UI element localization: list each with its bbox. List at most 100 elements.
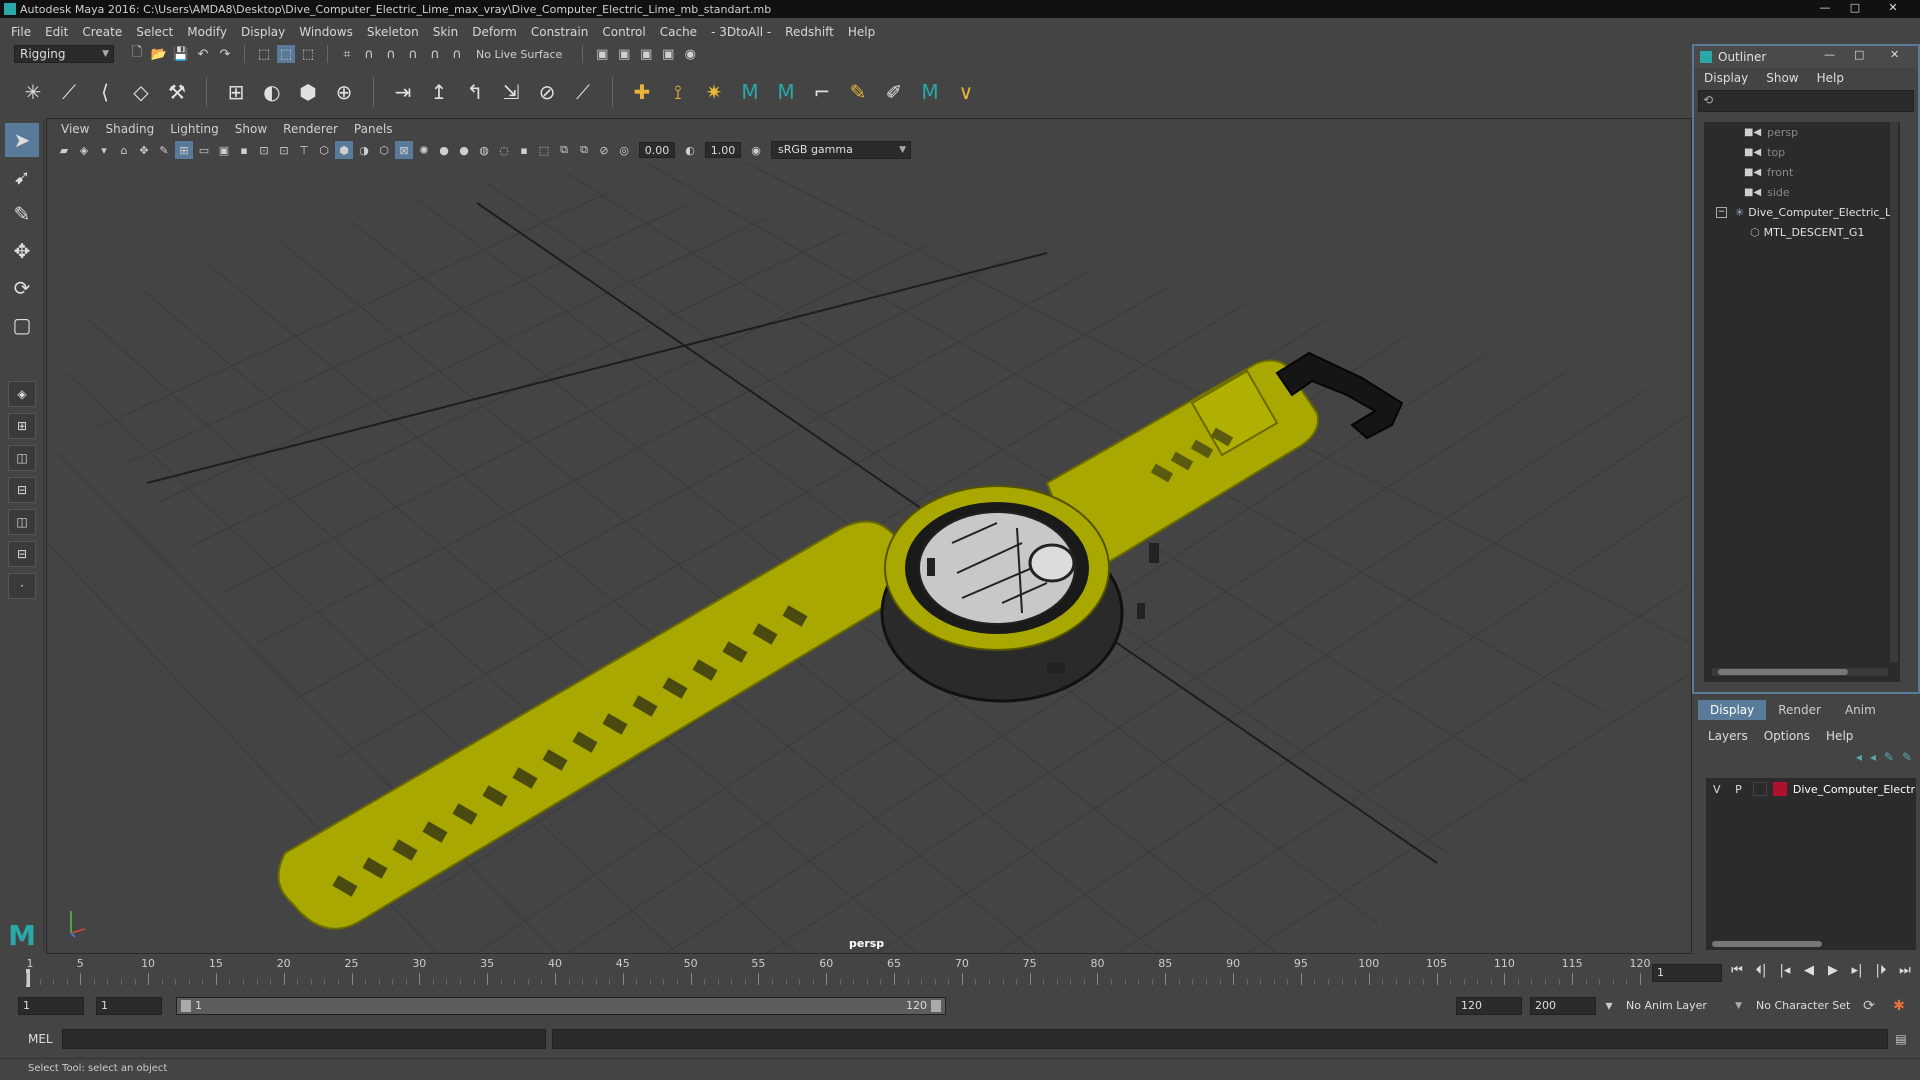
layer-menu-options[interactable]: Options [1764,729,1826,743]
start-time-field[interactable]: 1 [18,997,84,1015]
end-time-field[interactable]: 200 [1530,997,1596,1015]
highlighter-icon[interactable]: ✎ [845,79,871,105]
cluster-icon[interactable]: ◐ [259,79,285,105]
menu-3dtoall[interactable]: - 3DtoAll - [704,25,778,39]
move-layer-up-icon[interactable]: ◂ [1856,750,1862,764]
layer-visibility-toggle[interactable]: V [1706,783,1728,796]
panel-menu-lighting[interactable]: Lighting [162,122,227,136]
menu-display[interactable]: Display [234,25,292,39]
more-layouts-icon[interactable]: · [8,573,36,599]
wireframe-on-shaded-icon[interactable]: ⬡ [375,141,393,159]
ik-fk-icon[interactable]: ⟟ [665,79,691,105]
menu-edit[interactable]: Edit [38,25,75,39]
maya-script-a-icon[interactable]: M [737,79,763,105]
locator-icon[interactable]: ✚ [629,79,655,105]
scrollbar-thumb[interactable] [1718,669,1848,675]
bookmark-icon[interactable]: ▾ [95,141,113,159]
rotate-tool-icon[interactable]: ⟳ [5,271,39,305]
camera-select-icon[interactable]: ▰ [55,141,73,159]
script-editor-icon[interactable]: ▤ [1892,1030,1910,1048]
point-constraint-icon[interactable]: ⇥ [390,79,416,105]
lasso-tool-icon[interactable]: ➹ [5,160,39,194]
maximize-button[interactable]: □ [1842,0,1868,16]
menu-control[interactable]: Control [595,25,652,39]
snap-point-icon[interactable]: ∩ [382,45,400,63]
menu-deform[interactable]: Deform [465,25,524,39]
panel-menu-shading[interactable]: Shading [97,122,162,136]
tab-display[interactable]: Display [1698,700,1767,720]
playback-start-field[interactable]: 1 [96,997,162,1015]
move-layer-down-icon[interactable]: ◂ [1870,750,1876,764]
wireframe-icon[interactable]: ⬡ [315,141,333,159]
maya-script-b-icon[interactable]: M [773,79,799,105]
step-back-frame-icon[interactable]: |◂ [1776,962,1794,980]
paint-weights-icon[interactable]: ⚒ [164,79,190,105]
graph-persp-layout-icon[interactable]: ◫ [8,509,36,535]
new-scene-icon[interactable]: 🗋 [128,45,146,63]
use-default-material-icon[interactable]: ◑ [355,141,373,159]
new-layer-from-selection-icon[interactable]: ✎ [1902,750,1912,764]
layer-playback-toggle[interactable]: P [1728,783,1750,796]
outliner-horizontal-scrollbar[interactable] [1712,668,1888,676]
scrollbar-thumb[interactable] [1712,941,1822,947]
gate-mask-icon[interactable]: ▪ [235,141,253,159]
outliner-menu-display[interactable]: Display [1704,71,1766,85]
character-set-dropdown[interactable]: No Character Set [1750,997,1872,1015]
film-gate-icon[interactable]: ▭ [195,141,213,159]
grease-pencil-icon[interactable]: ✎ [155,141,173,159]
maya-script-c-icon[interactable]: M [917,79,943,105]
snap-curve-icon[interactable]: ∩ [360,45,378,63]
snap-grid-icon[interactable]: ⌗ [338,45,356,63]
step-forward-key-icon[interactable]: |⏵ [1872,962,1890,980]
layer-color-swatch[interactable] [1773,782,1787,796]
ik-handle-icon[interactable]: ⟋ [56,79,82,105]
aim-constraint-icon[interactable]: ↥ [426,79,452,105]
bind-skin-icon[interactable]: ◇ [128,79,154,105]
step-back-key-icon[interactable]: ⏴| [1752,962,1770,980]
motion-blur-icon[interactable]: ◍ [475,141,493,159]
render-current-frame-icon[interactable]: ▣ [593,45,611,63]
outliner-filter-input[interactable]: ⟲ [1698,90,1914,112]
layer-horizontal-scrollbar[interactable] [1706,940,1916,948]
layer-menu-layers[interactable]: Layers [1708,729,1764,743]
grid-toggle-icon[interactable]: ⊞ [175,141,193,159]
select-tool-icon[interactable]: ➤ [5,123,39,157]
outliner-vertical-scrollbar[interactable] [1890,122,1898,662]
play-backwards-icon[interactable]: ◀ [1800,962,1818,980]
scale-tool-icon[interactable]: ▢ [5,308,39,342]
wrap-icon[interactable]: ⬢ [295,79,321,105]
render-settings-icon[interactable]: ▣ [637,45,655,63]
menu-modify[interactable]: Modify [180,25,234,39]
time-slider[interactable]: 1 5 10 15 20 25 30 35 40 45 50 55 60 65 70 75 80 85 90 95 10… [26,955,1651,987]
side-by-side-layout-icon[interactable]: ◫ [8,445,36,471]
snap-surface-icon[interactable]: ∩ [426,45,444,63]
go-to-end-icon[interactable]: ⏭ [1896,962,1914,980]
image-plane-icon[interactable]: ⌂ [115,141,133,159]
panel-menu-panels[interactable]: Panels [346,122,401,136]
outliner-persp-layout-icon[interactable]: ⊟ [8,477,36,503]
collapse-icon[interactable]: − [1716,206,1727,218]
layer-display-type-toggle[interactable] [1753,782,1768,796]
sparkle-icon[interactable]: ✷ [701,79,727,105]
field-chart-icon[interactable]: ⊡ [255,141,273,159]
select-hierarchy-icon[interactable]: ⬚ [255,45,273,63]
resolution-gate-icon[interactable]: ▣ [215,141,233,159]
safe-title-icon[interactable]: ⊤ [295,141,313,159]
3d-viewport[interactable]: persp [47,163,1691,953]
open-scene-icon[interactable]: 📂 [150,45,168,63]
menu-select[interactable]: Select [129,25,180,39]
hypershade-icon[interactable]: ▣ [659,45,677,63]
xray-active-icon[interactable]: ⧉ [575,141,593,159]
view-transform-dropdown[interactable]: sRGB gamma ▼ [771,141,911,159]
menu-create[interactable]: Create [75,25,129,39]
textured-icon[interactable]: ⊠ [395,141,413,159]
move-tool-icon[interactable]: ✥ [5,234,39,268]
camera-attributes-icon[interactable]: ◈ [75,141,93,159]
menu-cache[interactable]: Cache [653,25,704,39]
ik-spline-icon[interactable]: ⟨ [92,79,118,105]
auto-key-icon[interactable]: ⟳ [1860,997,1878,1015]
tab-anim[interactable]: Anim [1833,700,1888,720]
undo-icon[interactable]: ↶ [194,45,212,63]
outliner-menu-show[interactable]: Show [1766,71,1816,85]
menu-constrain[interactable]: Constrain [524,25,596,39]
